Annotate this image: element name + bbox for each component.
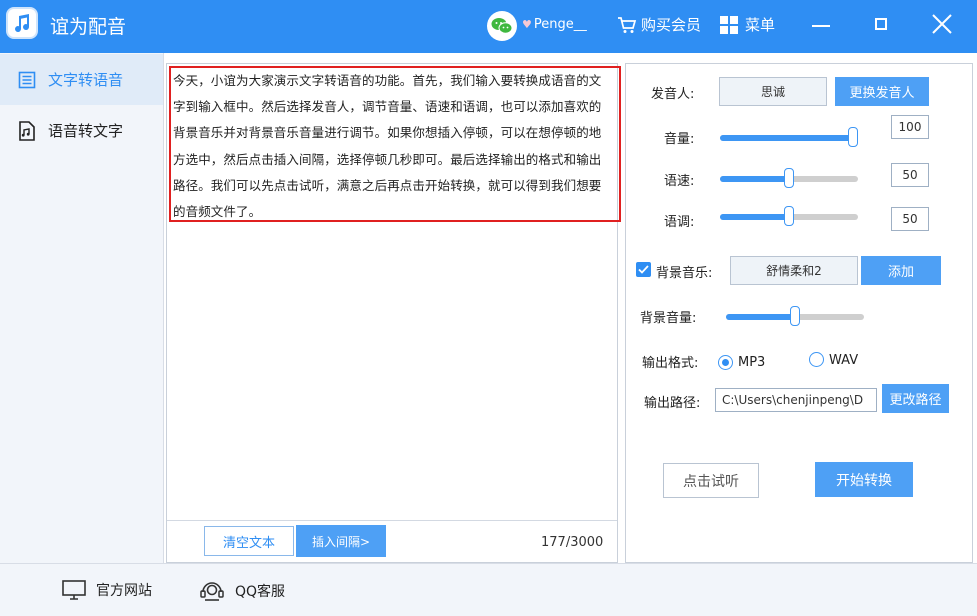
speaker-label: 发音人: xyxy=(651,87,695,102)
pitch-slider[interactable] xyxy=(720,206,858,226)
speed-slider[interactable] xyxy=(720,168,858,188)
bgm-checkbox[interactable] xyxy=(636,262,651,277)
output-path-field[interactable]: C:\Users\chenjinpeng\D xyxy=(715,388,877,412)
username-text: Penge__ xyxy=(533,17,587,32)
path-label: 输出路径: xyxy=(644,396,701,411)
speed-value-field[interactable]: 50 xyxy=(891,163,929,187)
text-line: 的音频文件了。 xyxy=(173,204,262,220)
volume-slider[interactable] xyxy=(720,127,858,147)
change-path-button[interactable]: 更改路径 xyxy=(882,384,949,413)
text-line: 今天，小谊为大家演示文字转语音的功能。首先，我们输入要转换成语音的文 xyxy=(173,73,602,88)
text-line: 背景音乐并对背景音乐音量进行调节。如果你想插入停顿，可以在想停顿的地 xyxy=(173,125,602,141)
app-title: 谊为配音 xyxy=(50,16,127,38)
format-mp3-label: MP3 xyxy=(738,355,766,370)
buy-vip-button[interactable]: 购买会员 xyxy=(617,14,701,35)
heart-icon: ♥ xyxy=(522,18,532,31)
text-line: 路径。我们可以先点击试听，满意之后再点击开始转换，就可以得到我们想要 xyxy=(173,177,602,193)
bgm-select[interactable]: 舒情柔和2 xyxy=(730,256,858,285)
pitch-slider-fill xyxy=(720,214,789,220)
close-icon[interactable] xyxy=(930,12,954,36)
bgm-label: 背景音乐: xyxy=(656,266,713,281)
cart-icon xyxy=(618,16,637,33)
pitch-value-field[interactable]: 50 xyxy=(891,207,929,231)
speed-slider-thumb[interactable] xyxy=(784,168,794,188)
volume-slider-thumb[interactable] xyxy=(848,127,858,147)
format-wav-radio[interactable] xyxy=(809,352,824,367)
monitor-icon xyxy=(62,580,86,600)
document-list-icon xyxy=(18,71,36,88)
sidebar-item-label: 文字转语音 xyxy=(48,71,124,89)
official-website-label: 官方网站 xyxy=(96,583,152,599)
add-bgm-button[interactable]: 添加 xyxy=(861,256,941,285)
bgm-volume-slider-fill xyxy=(726,314,795,320)
bgm-volume-slider[interactable] xyxy=(726,306,864,326)
wechat-icon xyxy=(491,18,513,34)
format-mp3-radio[interactable] xyxy=(718,355,733,370)
start-convert-button[interactable]: 开始转换 xyxy=(815,462,913,497)
username[interactable]: ♥ Penge__ xyxy=(522,17,587,32)
sidebar-item-label: 语音转文字 xyxy=(48,122,124,140)
sidebar-item-text-to-speech[interactable]: 文字转语音 xyxy=(0,54,163,105)
speed-slider-fill xyxy=(720,176,789,182)
menu-label: 菜单 xyxy=(745,16,776,34)
text-input-area[interactable]: 今天，小谊为大家演示文字转语音的功能。首先，我们输入要转换成语音的文 字到输入框… xyxy=(169,66,621,222)
official-website-link[interactable]: 官方网站 xyxy=(62,580,152,600)
insert-pause-button[interactable]: 插入间隔> xyxy=(296,525,386,557)
qq-support-label: QQ客服 xyxy=(235,584,286,600)
volume-value-field[interactable]: 100 xyxy=(891,115,929,139)
clear-text-button[interactable]: 清空文本 xyxy=(204,526,294,556)
speaker-select[interactable]: 思诚 xyxy=(719,77,827,106)
format-label: 输出格式: xyxy=(642,356,699,371)
volume-label: 音量: xyxy=(664,132,695,147)
settings-panel: 发音人: 思诚 更换发音人 音量: 100 语速: 50 语调: 50 背景音乐… xyxy=(625,63,973,563)
char-count: 177/3000 xyxy=(541,535,604,550)
sidebar: 文字转语音 语音转文字 xyxy=(0,53,164,563)
editor-footer: 清空文本 插入间隔> 177/3000 xyxy=(167,520,617,562)
preview-button[interactable]: 点击试听 xyxy=(663,463,759,498)
pitch-slider-thumb[interactable] xyxy=(784,206,794,226)
wechat-avatar[interactable] xyxy=(487,11,517,41)
text-editor-panel: 今天，小谊为大家演示文字转语音的功能。首先，我们输入要转换成语音的文 字到输入框… xyxy=(166,63,621,563)
format-wav-label: WAV xyxy=(829,353,859,368)
text-line: 字到输入框中。然后选择发音人，调节音量、语速和语调，也可以添加喜欢的 xyxy=(173,99,602,115)
buy-vip-label: 购买会员 xyxy=(641,16,702,34)
footer: 官方网站 QQ客服 xyxy=(0,563,977,616)
maximize-icon[interactable] xyxy=(875,18,887,30)
volume-slider-fill xyxy=(720,135,853,141)
change-speaker-button[interactable]: 更换发音人 xyxy=(835,77,929,106)
menu-button[interactable]: 菜单 xyxy=(720,14,775,35)
qq-support-link[interactable]: QQ客服 xyxy=(199,580,285,602)
speed-label: 语速: xyxy=(664,174,695,189)
bgm-volume-slider-thumb[interactable] xyxy=(790,306,800,326)
grid-menu-icon xyxy=(720,15,738,34)
music-note-icon xyxy=(6,7,38,39)
minimize-icon[interactable] xyxy=(812,25,830,27)
title-bar: 谊为配音 ♥ Penge__ 购买会员 菜单 xyxy=(0,0,977,53)
sidebar-item-speech-to-text[interactable]: 语音转文字 xyxy=(0,105,163,156)
bgm-volume-label: 背景音量: xyxy=(640,311,697,326)
text-line: 方选中，然后点击插入间隔，选择停顿几秒即可。最后选择输出的格式和输出 xyxy=(173,151,602,167)
audio-file-icon xyxy=(19,120,35,141)
pitch-label: 语调: xyxy=(664,215,695,230)
headset-icon xyxy=(200,582,224,601)
checkmark-icon xyxy=(638,265,649,274)
